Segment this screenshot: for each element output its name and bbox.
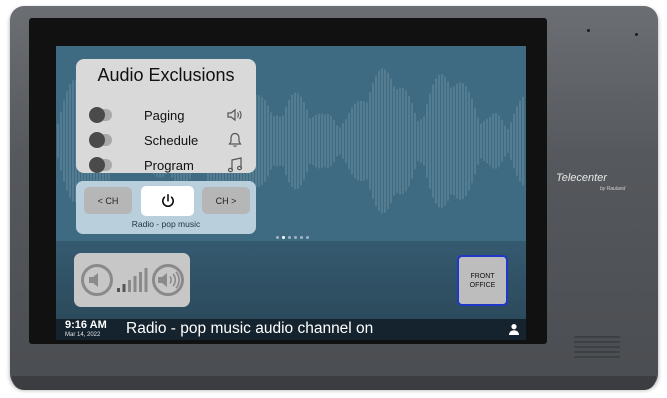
brand-logo: Telecenter: [556, 172, 607, 184]
audio-exclusions-panel: Audio Exclusions Paging Schedule Program: [76, 59, 256, 173]
current-channel-label: Radio - pop music: [131, 219, 201, 229]
bell-icon: [228, 132, 242, 147]
speaker-icon: [227, 108, 242, 122]
status-message: Radio - pop music audio channel on: [126, 320, 374, 337]
volume-panel: [74, 253, 190, 307]
status-bar: 9:16 AM Mar 14, 2022 Radio - pop music a…: [56, 319, 526, 340]
clock-time: 9:16 AM: [65, 319, 107, 331]
page-dot: [306, 236, 309, 239]
device-base: [12, 376, 656, 390]
exclusion-label: Paging: [144, 108, 185, 123]
exclusion-label: Schedule: [144, 133, 199, 148]
touch-screen: Audio Exclusions Paging Schedule Program: [56, 46, 526, 340]
brand-sub-logo: by Rauland: [600, 186, 626, 192]
page-dot: [294, 236, 297, 239]
front-office-button[interactable]: FRONT OFFICE: [457, 255, 508, 306]
page-dot-active: [282, 236, 285, 239]
volume-bar: [117, 288, 120, 292]
page-indicator[interactable]: [276, 236, 309, 239]
power-button[interactable]: [141, 186, 194, 216]
volume-bar: [133, 276, 137, 292]
sensor-dot: [587, 29, 590, 32]
power-icon: [161, 194, 174, 208]
page-dot: [288, 236, 291, 239]
speaker-grille: [574, 336, 620, 361]
clock-date: Mar 14, 2022: [65, 332, 101, 338]
paging-toggle[interactable]: [89, 107, 112, 123]
channel-panel: < CH CH > Radio - pop music: [76, 181, 256, 234]
volume-bar: [122, 284, 126, 292]
speaker-muted-icon[interactable]: [81, 264, 113, 296]
program-toggle[interactable]: [89, 157, 112, 173]
volume-level-bars[interactable]: [116, 267, 150, 293]
volume-bar: [144, 268, 148, 292]
exclusion-row-program[interactable]: Program: [89, 156, 243, 176]
channel-prev-button[interactable]: < CH: [84, 187, 132, 214]
user-icon[interactable]: [508, 323, 520, 335]
exclusion-label: Program: [144, 158, 194, 173]
music-note-icon: [227, 157, 243, 173]
page-dot: [300, 236, 303, 239]
channel-next-button[interactable]: CH >: [202, 187, 250, 214]
volume-bar: [128, 280, 131, 292]
office-label-line1: FRONT: [470, 272, 495, 280]
speaker-loud-icon[interactable]: [152, 264, 184, 296]
exclusion-row-paging[interactable]: Paging: [89, 106, 242, 126]
office-label-line2: OFFICE: [469, 281, 496, 289]
sensor-dot: [635, 33, 638, 36]
schedule-toggle[interactable]: [89, 132, 112, 148]
volume-bar: [139, 272, 142, 292]
page-dot: [276, 236, 279, 239]
panel-title: Audio Exclusions: [97, 65, 235, 85]
exclusion-row-schedule[interactable]: Schedule: [89, 131, 242, 151]
